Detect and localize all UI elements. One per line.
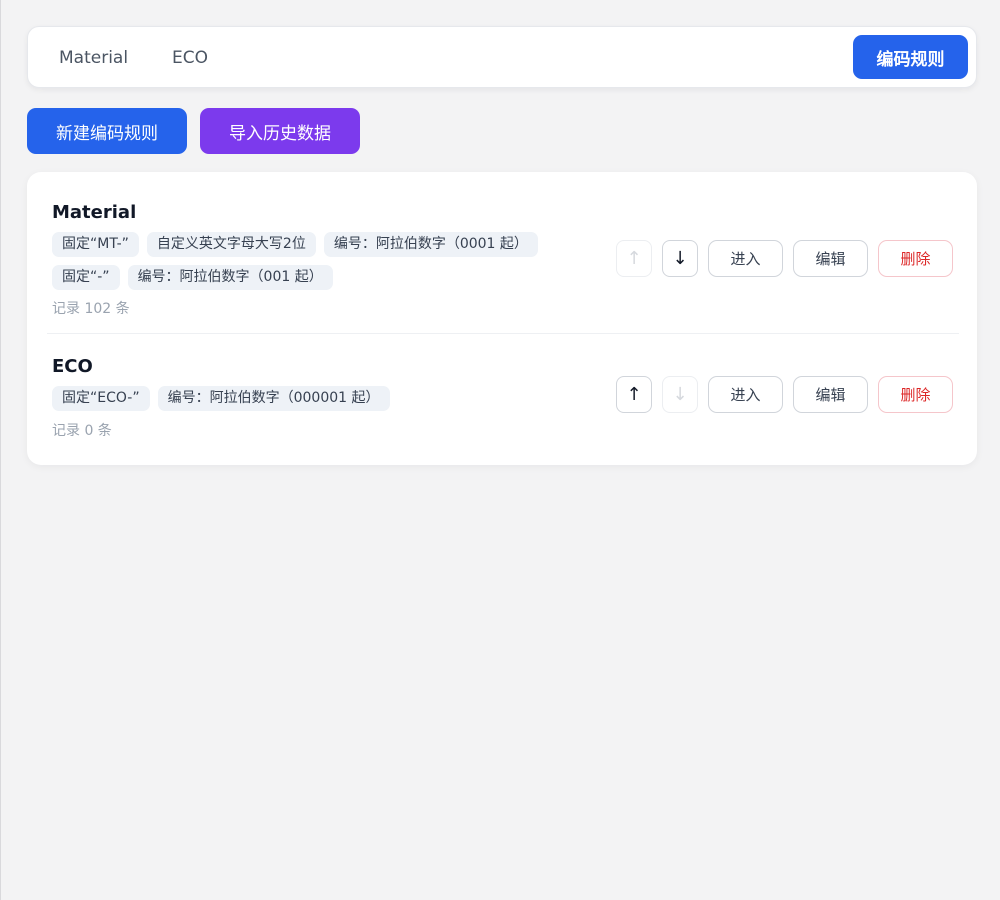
rule-name: Material <box>52 202 137 223</box>
segment-chip: 编号：阿拉伯数字（000001 起） <box>157 386 390 411</box>
enter-button[interactable]: 进入 <box>708 376 783 413</box>
delete-button[interactable]: 删除 <box>878 376 953 413</box>
delete-button[interactable]: 删除 <box>878 240 953 277</box>
coding-rules-button[interactable]: 编码规则 <box>853 35 968 79</box>
segment-row: 固定“ECO-” 编号：阿拉伯数字（000001 起） <box>52 386 390 411</box>
edit-button[interactable]: 编辑 <box>793 376 868 413</box>
tab-eco[interactable]: ECO <box>172 47 208 69</box>
segment-chip: 编号：阿拉伯数字（0001 起） <box>323 232 538 257</box>
edit-button[interactable]: 编辑 <box>793 240 868 277</box>
top-nav-bar: Material ECO 编码规则 <box>27 26 977 88</box>
segment-chip: 固定“ECO-” <box>52 386 150 411</box>
import-history-button[interactable]: 导入历史数据 <box>200 108 360 154</box>
segment-chip: 自定义英文字母大写2位 <box>146 232 316 257</box>
new-coding-rule-button[interactable]: 新建编码规则 <box>27 108 187 154</box>
move-down-icon[interactable]: ↓ <box>662 240 698 277</box>
rule-controls: ↑ ↓ 进入 编辑 删除 <box>616 240 953 277</box>
segment-chip: 编号：阿拉伯数字（001 起） <box>127 265 333 290</box>
record-count: 记录 102 条 <box>52 301 130 317</box>
move-up-icon: ↑ <box>616 240 652 277</box>
rule-name: ECO <box>52 356 93 377</box>
enter-button[interactable]: 进入 <box>708 240 783 277</box>
rule-item-eco: ECO 固定“ECO-” 编号：阿拉伯数字（000001 起） 记录 0 条 ↑… <box>47 334 959 465</box>
segment-row: 固定“-” 编号：阿拉伯数字（001 起） <box>52 265 333 290</box>
move-down-icon: ↓ <box>662 376 698 413</box>
tab-material[interactable]: Material <box>59 47 128 69</box>
move-up-icon[interactable]: ↑ <box>616 376 652 413</box>
segment-chip: 固定“-” <box>52 265 120 290</box>
segment-row: 固定“MT-” 自定义英文字母大写2位 编号：阿拉伯数字（0001 起） <box>52 232 538 257</box>
rules-panel: Material 固定“MT-” 自定义英文字母大写2位 编号：阿拉伯数字（00… <box>27 172 977 465</box>
record-count: 记录 0 条 <box>52 423 112 439</box>
rule-controls: ↑ ↓ 进入 编辑 删除 <box>616 376 953 413</box>
segment-chip: 固定“MT-” <box>52 232 139 257</box>
rule-item-material: Material 固定“MT-” 自定义英文字母大写2位 编号：阿拉伯数字（00… <box>47 172 959 334</box>
